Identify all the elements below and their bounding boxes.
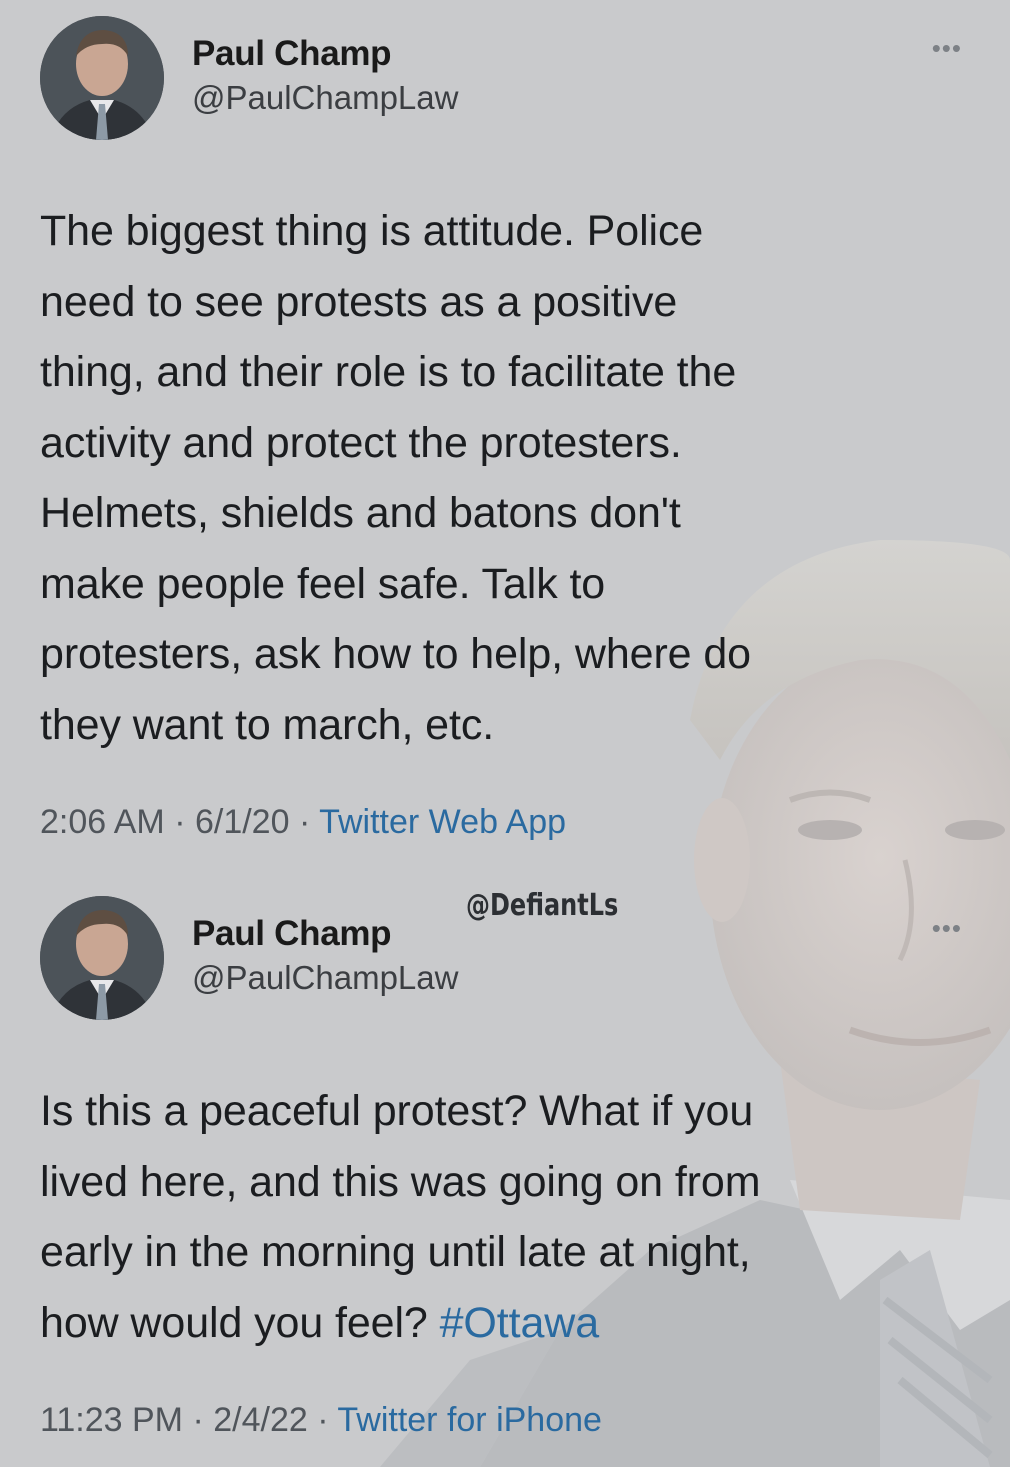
author-info: Paul Champ @PaulChampLaw <box>192 914 458 1000</box>
display-name[interactable]: Paul Champ <box>192 34 458 74</box>
tweet-source-link[interactable]: Twitter for iPhone <box>337 1401 602 1439</box>
tweet-time[interactable]: 2:06 AM <box>40 803 165 841</box>
avatar[interactable] <box>40 896 164 1020</box>
tweet-date[interactable]: 2/4/22 <box>213 1401 308 1439</box>
author-info: Paul Champ @PaulChampLaw <box>192 34 458 120</box>
tweet-card[interactable]: Paul Champ @PaulChampLaw ••• Is this a p… <box>40 890 970 1440</box>
tweet-text-line: lived here, and this was going on from <box>40 1157 761 1206</box>
meta-separator: · <box>183 1401 214 1439</box>
more-options-icon[interactable]: ••• <box>932 915 962 941</box>
tweet-text-line: protesters, ask how to help, where do <box>40 630 751 678</box>
tweet-header: Paul Champ @PaulChampLaw ••• <box>40 10 970 140</box>
user-handle[interactable]: @PaulChampLaw <box>192 76 458 120</box>
avatar[interactable] <box>40 16 164 140</box>
tweet-text-line: Is this a peaceful protest? What if you <box>40 1087 754 1135</box>
more-options-icon[interactable]: ••• <box>932 35 962 61</box>
tweet-date[interactable]: 6/1/20 <box>195 803 290 841</box>
meta-separator: · <box>307 1401 338 1439</box>
tweet-card[interactable]: Paul Champ @PaulChampLaw ••• The biggest… <box>40 10 970 842</box>
tweet-meta: 2:06 AM · 6/1/20 · Twitter Web App <box>40 802 970 842</box>
user-handle[interactable]: @PaulChampLaw <box>192 956 458 1000</box>
tweet-text-segment: how would you feel? <box>40 1298 428 1347</box>
tweet-text-line: how would you feel? #Ottawa <box>40 1288 940 1359</box>
display-name[interactable]: Paul Champ <box>192 914 458 954</box>
tweet-text: The biggest thing is attitude. Police ne… <box>40 196 940 760</box>
tweet-text-line: activity and protect the protesters. <box>40 418 682 467</box>
watermark: @DefiantLs <box>466 888 619 923</box>
tweet-text-line: they want to march, etc. <box>40 700 495 749</box>
tweet-meta: 11:23 PM · 2/4/22 · Twitter for iPhone <box>40 1400 970 1440</box>
tweet-text-line: thing, and their role is to facilitate t… <box>40 348 737 396</box>
tweet-text-line: early in the morning until late at night… <box>40 1228 751 1276</box>
tweet-text: Is this a peaceful protest? What if you … <box>40 1076 940 1358</box>
tweet-text-line: need to see protests as a positive <box>40 277 678 326</box>
tweet-time[interactable]: 11:23 PM <box>40 1401 183 1439</box>
tweet-text-line: The biggest thing is attitude. Police <box>40 207 704 255</box>
meta-separator: · <box>289 803 320 841</box>
tweet-text-line: Helmets, shields and batons don't <box>40 489 681 537</box>
hashtag-link[interactable]: #Ottawa <box>440 1299 600 1347</box>
tweet-source-link[interactable]: Twitter Web App <box>319 803 566 841</box>
tweet-text-line: make people feel safe. Talk to <box>40 559 606 608</box>
meta-separator: · <box>164 803 195 841</box>
